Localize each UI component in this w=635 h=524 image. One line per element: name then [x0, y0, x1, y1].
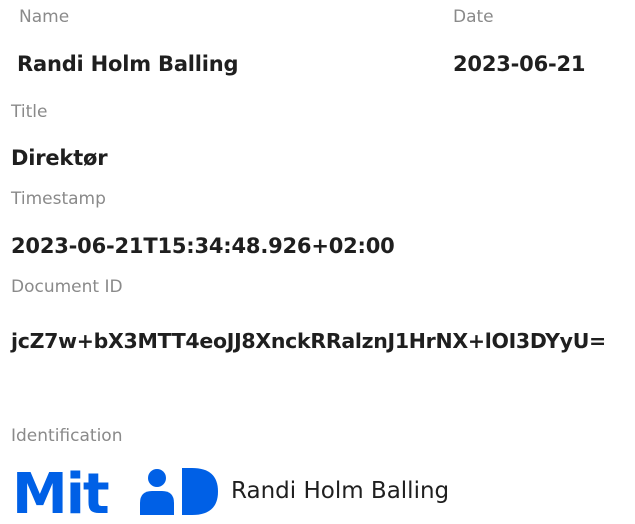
date-value: 2023-06-21 — [453, 52, 586, 76]
name-value: Randi Holm Balling — [17, 52, 239, 76]
document-id-label: Document ID — [11, 277, 123, 297]
date-label: Date — [453, 7, 494, 27]
identification-label: Identification — [11, 426, 123, 446]
identification-name: Randi Holm Balling — [231, 478, 450, 504]
timestamp-value: 2023-06-21T15:34:48.926+02:00 — [11, 234, 395, 258]
name-label: Name — [19, 7, 70, 27]
title-value: Direktør — [11, 146, 108, 170]
mitid-logo: Mit — [12, 467, 218, 515]
document-id-value: jcZ7w+bX3MTT4eoJJ8XnckRRalznJ1HrNX+lOI3D… — [11, 329, 606, 353]
mitid-d-shape-icon — [182, 468, 218, 515]
mitid-logo-text: Mit — [12, 467, 109, 515]
timestamp-label: Timestamp — [11, 189, 106, 209]
mitid-person-icon — [140, 469, 174, 515]
title-label: Title — [11, 102, 48, 122]
